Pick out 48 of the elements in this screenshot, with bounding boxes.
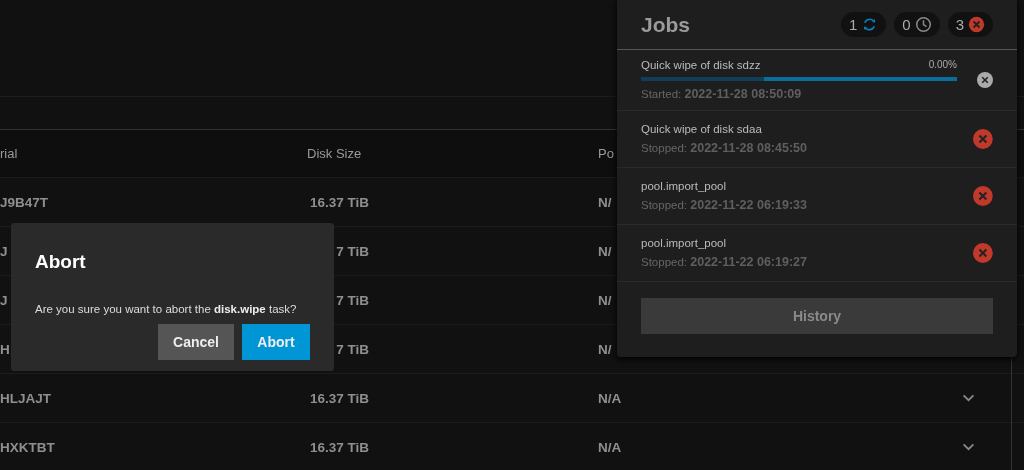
table-cell: 7 TiB <box>336 243 369 259</box>
table-cell: N/ <box>598 194 612 210</box>
job-counter[interactable]: 0 <box>894 12 940 37</box>
dialog-message: Are you sure you want to abort the disk.wipe task? <box>35 303 298 315</box>
clock-icon <box>914 16 932 33</box>
job-name: pool.import_pool <box>641 237 727 249</box>
table-cell: H <box>0 341 10 357</box>
table-cell: J <box>0 292 8 308</box>
panel-title: Jobs <box>641 12 690 37</box>
dialog-title: Abort <box>35 251 87 273</box>
table-cell: N/ <box>598 243 612 259</box>
column-header: Disk Size <box>307 146 362 161</box>
abort-job-icon[interactable] <box>973 129 993 149</box>
job-status: Stopped: 2022-11-22 06:19:27 <box>641 255 808 269</box>
table-cell: N/ <box>598 341 612 357</box>
cancel-button[interactable]: Cancel <box>158 324 234 360</box>
job-counter[interactable]: 1 <box>840 12 887 37</box>
table-cell: J9B47T <box>0 194 49 210</box>
chevron-down-icon[interactable] <box>962 443 975 451</box>
table-cell: 16.37 TiB <box>309 390 369 406</box>
table-cell: HXKTBT <box>0 439 55 455</box>
table-cell: N/A <box>598 439 622 455</box>
abort-job-icon[interactable] <box>977 70 993 90</box>
job-name: Quick wipe of disk sdzz <box>641 59 761 71</box>
job-status: Started: 2022-11-28 08:50:09 <box>641 87 803 101</box>
column-header: rial <box>0 146 18 161</box>
table-cell: J <box>0 243 8 259</box>
table-cell: HLJAJT <box>0 390 51 406</box>
job-status: Stopped: 2022-11-22 06:19:33 <box>641 198 808 212</box>
counter-value: 1 <box>848 16 858 33</box>
job-name: pool.import_pool <box>641 180 727 192</box>
abort-job-icon[interactable] <box>973 243 993 263</box>
job-counter[interactable]: 3 <box>947 12 993 37</box>
chevron-down-icon[interactable] <box>962 394 975 402</box>
job-name: Quick wipe of disk sdaa <box>641 123 762 135</box>
table-cell: N/ <box>598 292 612 308</box>
job-percent: 0.00% <box>928 59 957 71</box>
table-cell: N/A <box>598 390 622 406</box>
table-cell: 16.37 TiB <box>309 439 369 455</box>
counter-value: 0 <box>902 16 911 33</box>
abort-job-icon[interactable] <box>973 186 993 206</box>
job-status: Stopped: 2022-11-28 08:45:50 <box>641 141 808 155</box>
error-icon <box>968 16 985 33</box>
counter-value: 3 <box>955 16 964 33</box>
column-header: Po <box>598 146 614 161</box>
table-cell: 7 TiB <box>336 292 369 308</box>
table-cell: 7 TiB <box>336 341 369 357</box>
table-cell: 16.37 TiB <box>309 194 369 210</box>
